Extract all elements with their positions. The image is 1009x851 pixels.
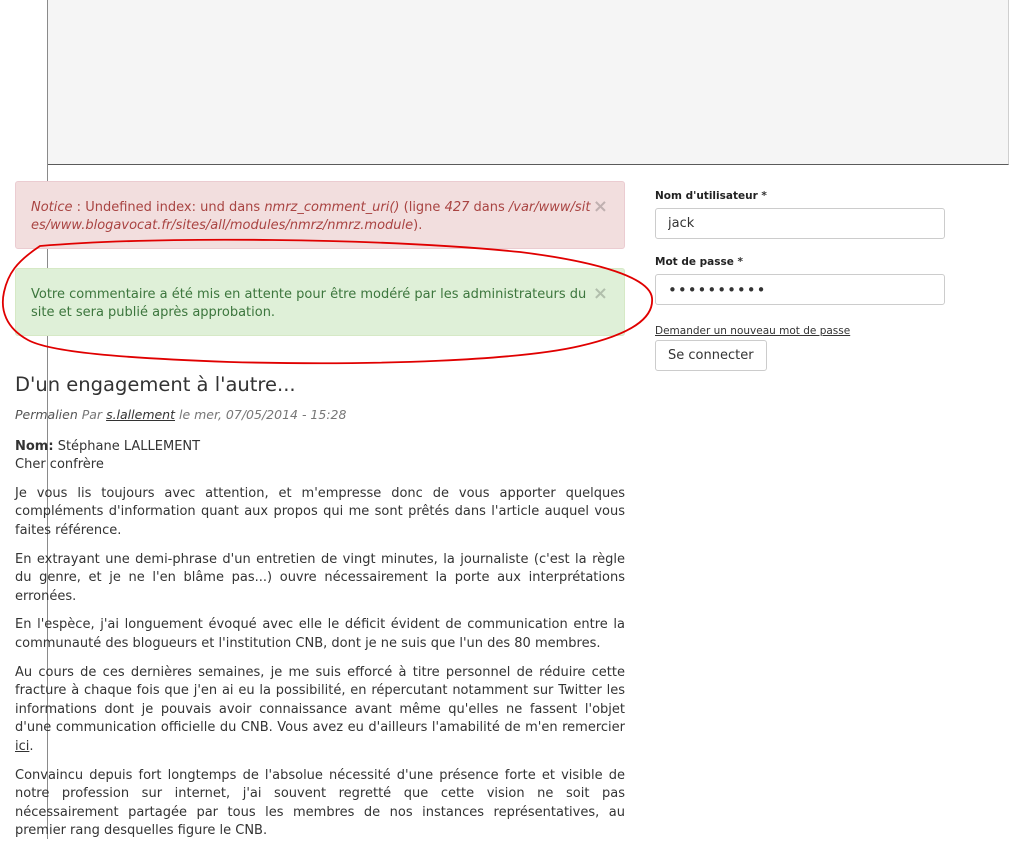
author-block: Nom: Stéphane LALLEMENT Cher confrère (15, 438, 625, 475)
notice-line-open: (ligne (399, 200, 445, 215)
success-message: Votre commentaire a été mis en attente p… (31, 287, 587, 320)
paragraph-4-end: . (29, 738, 34, 754)
password-field-group: Mot de passe * (655, 256, 945, 305)
notice-prefix: Notice (31, 200, 73, 215)
login-button[interactable]: Se connecter (655, 340, 767, 371)
greeting: Cher confrère (15, 457, 104, 473)
notice-end: ). (413, 218, 423, 233)
required-mark: * (761, 190, 767, 202)
ici-link[interactable]: ici (15, 739, 29, 754)
close-icon[interactable]: × (593, 198, 608, 216)
name-label: Nom: (15, 438, 54, 454)
username-field-group: Nom d'utilisateur * (655, 190, 945, 239)
forgot-password-link[interactable]: Demander un nouveau mot de passe (655, 325, 945, 337)
permalink-link[interactable]: Permalien (15, 407, 78, 422)
meta-by: Par (77, 407, 107, 422)
paragraph-4-text: Au cours de ces dernières semaines, je m… (15, 664, 625, 736)
paragraph-4: Au cours de ces dernières semaines, je m… (15, 664, 625, 757)
notice-message: : Undefined index: und dans (72, 200, 265, 215)
username-input[interactable] (655, 208, 945, 239)
paragraph-2: En extrayant une demi-phrase d'un entret… (15, 551, 625, 604)
paragraph-1: Je vous lis toujours avec attention, et … (15, 485, 625, 538)
header-area (48, 0, 1009, 165)
success-alert: × Votre commentaire a été mis en attente… (15, 268, 625, 336)
password-input[interactable] (655, 274, 945, 305)
name-value: Stéphane LALLEMENT (53, 438, 201, 454)
password-label-text: Mot de passe (655, 256, 734, 268)
login-form: Nom d'utilisateur * Mot de passe * Deman… (655, 190, 945, 371)
article: D'un engagement à l'autre... Permalien P… (15, 372, 625, 851)
close-icon[interactable]: × (593, 285, 608, 303)
article-meta: Permalien Par s.lallement le mer, 07/05/… (15, 406, 625, 425)
meta-date: le mer, 07/05/2014 - 15:28 (175, 407, 347, 422)
article-title: D'un engagement à l'autre... (15, 373, 296, 396)
notice-function: nmrz_comment_uri() (264, 200, 400, 215)
notice-alert: × Notice : Undefined index: und dans nmr… (15, 181, 625, 249)
username-label-text: Nom d'utilisateur (655, 190, 758, 202)
paragraph-5: Convaincu depuis fort longtemps de l'abs… (15, 767, 625, 839)
required-mark: * (737, 256, 744, 268)
notice-line-number: 427 (444, 200, 470, 215)
username-label: Nom d'utilisateur * (655, 190, 945, 202)
author-link[interactable]: s.lallement (106, 407, 175, 422)
paragraph-3: En l'espèce, j'ai longuement évoqué avec… (15, 617, 625, 651)
notice-line-in: dans (469, 200, 509, 215)
password-label: Mot de passe * (655, 256, 945, 268)
